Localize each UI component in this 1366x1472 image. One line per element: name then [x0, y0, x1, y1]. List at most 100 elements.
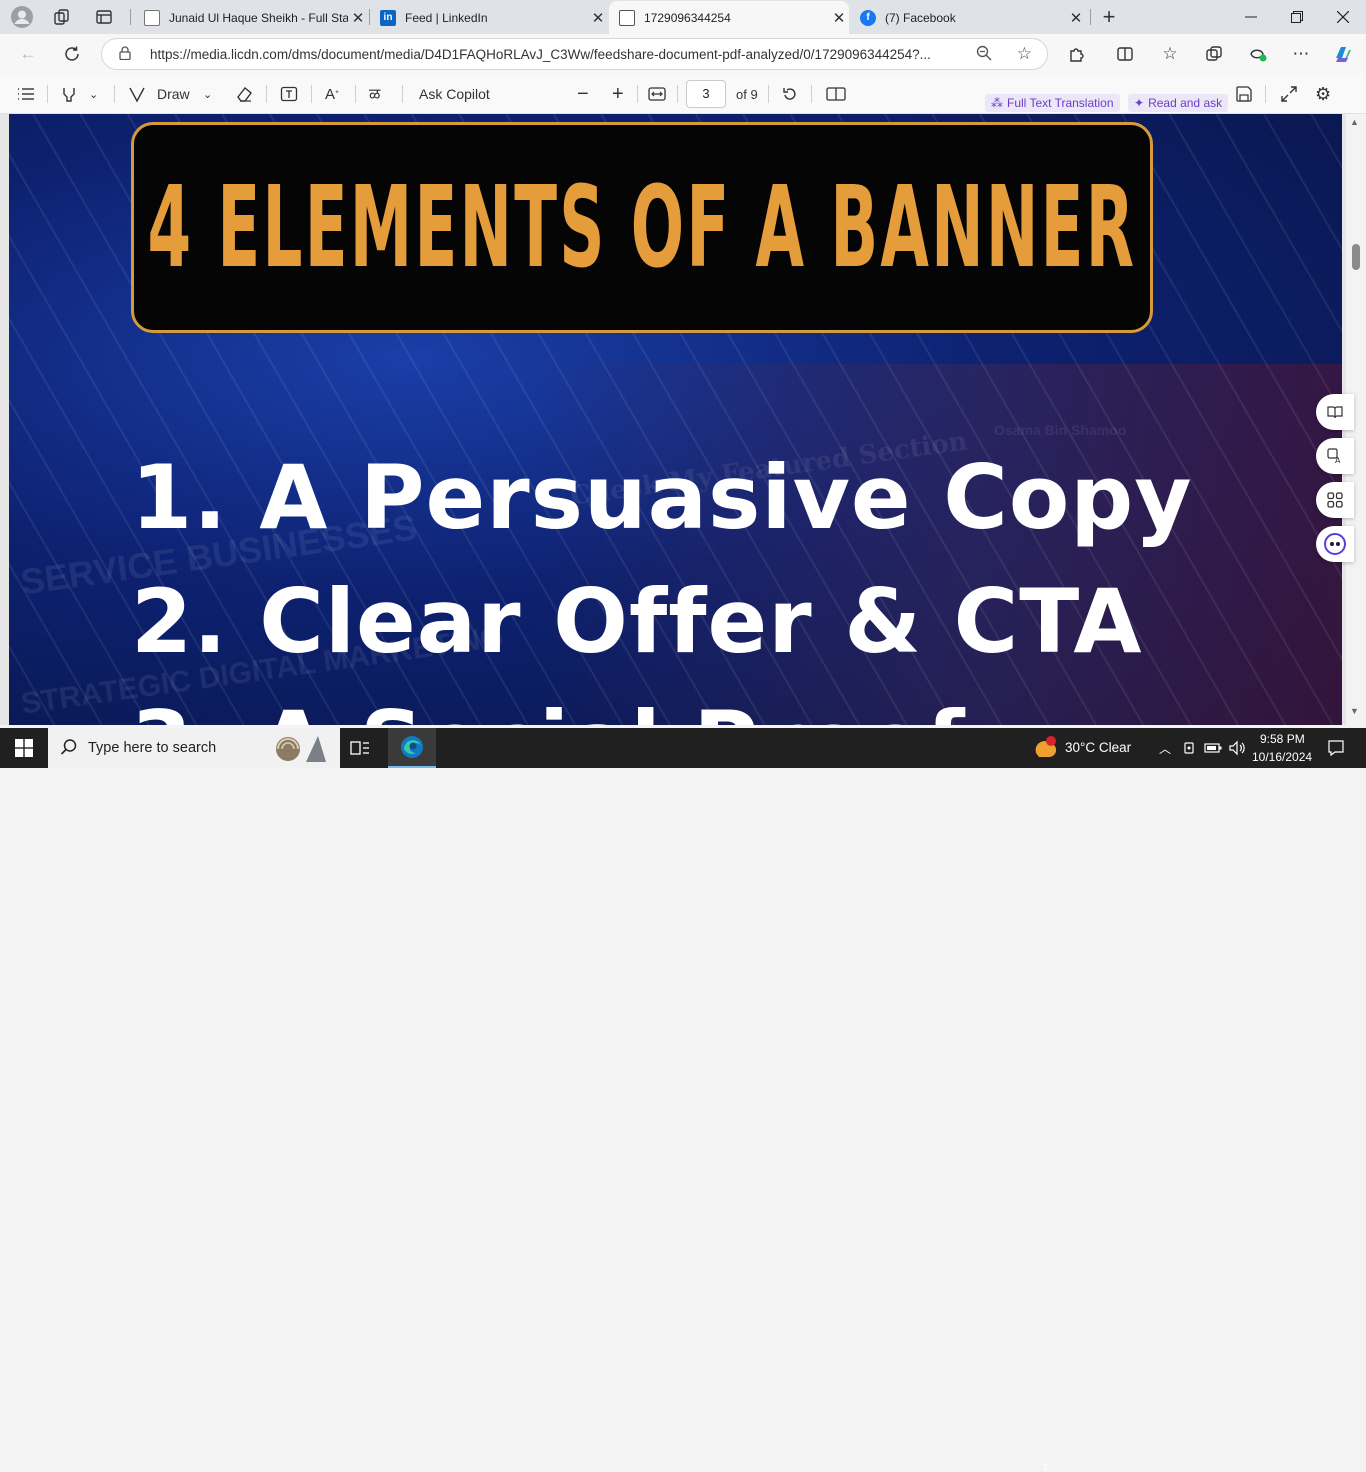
tab-actions-icon[interactable] [92, 5, 116, 29]
copilot-icon[interactable] [1331, 42, 1355, 66]
page-number-input[interactable]: 3 [686, 80, 726, 108]
assistant-bot-icon[interactable] [1316, 526, 1354, 562]
close-tab-icon[interactable]: ✕ [1066, 9, 1086, 27]
draw-button[interactable]: Draw [157, 83, 190, 105]
table-of-contents-icon[interactable] [17, 83, 35, 105]
tab-junaid-profile[interactable]: Junaid Ul Haque Sheikh - Full Stac ✕ [134, 1, 368, 34]
slide-title-box: 4 ELEMENTS OF A BANNER [131, 122, 1153, 333]
clock-date[interactable]: 10/16/2024 [1252, 750, 1312, 764]
weather-text[interactable]: 30°C Clear [1065, 740, 1131, 755]
full-text-translation-button[interactable]: ⁂ Full Text Translation [985, 94, 1120, 112]
weather-badge: 1 [1043, 1462, 1049, 1472]
new-tab-button[interactable]: + [1097, 4, 1121, 29]
notifications-icon[interactable] [1320, 728, 1352, 768]
favorites-icon[interactable]: ☆ [1158, 42, 1182, 66]
search-highlight-shell-icon [266, 734, 332, 769]
fit-to-width-icon[interactable] [648, 83, 666, 105]
draw-icon[interactable] [128, 83, 146, 105]
clock-time[interactable]: 9:58 PM [1260, 732, 1305, 746]
edge-taskbar-icon[interactable] [388, 728, 436, 768]
translate-icon[interactable]: ळ [369, 83, 380, 105]
pdf-settings-gear-icon[interactable]: ⚙ [1315, 83, 1331, 105]
search-icon [60, 738, 78, 761]
slide-list-item-1: 1. A Persuasive Copy [131, 446, 1193, 549]
tab-pdf-document[interactable]: 1729096344254 ✕ [609, 1, 849, 34]
scroll-down-arrow-icon[interactable]: ▼ [1350, 706, 1359, 716]
document-icon [619, 9, 635, 26]
browser-essentials-icon[interactable] [1246, 42, 1270, 66]
close-tab-icon[interactable]: ✕ [829, 9, 849, 27]
lock-icon[interactable] [119, 46, 131, 63]
zoom-out-icon[interactable]: − [577, 83, 589, 105]
close-window-icon[interactable] [1320, 0, 1366, 34]
tab-title: Feed | LinkedIn [405, 10, 488, 25]
workspaces-icon[interactable] [50, 5, 74, 29]
add-text-icon[interactable] [280, 83, 298, 105]
network-device-icon[interactable] [1180, 728, 1198, 768]
toolbar-separator [47, 85, 48, 103]
refresh-icon[interactable] [60, 42, 84, 66]
fullscreen-icon[interactable] [1280, 83, 1298, 105]
toolbar-separator [266, 85, 267, 103]
tab-separator [130, 9, 131, 25]
collections-icon[interactable] [1202, 42, 1226, 66]
page-count-label: of 9 [736, 86, 758, 102]
tab-facebook[interactable]: f (7) Facebook ✕ [850, 1, 1086, 34]
start-windows-icon[interactable] [0, 728, 48, 768]
draw-options-chevron-icon[interactable]: ⌄ [203, 83, 212, 105]
volume-icon[interactable] [1226, 728, 1248, 768]
apps-grid-icon[interactable] [1316, 482, 1354, 518]
translate-sidebar-icon[interactable]: A [1316, 438, 1354, 474]
back-icon[interactable]: ← [16, 42, 40, 66]
toolbar-separator [677, 85, 678, 103]
restore-icon[interactable] [1274, 0, 1320, 34]
zoom-icon[interactable] [976, 45, 992, 64]
close-tab-icon[interactable]: ✕ [588, 9, 608, 27]
toolbar-separator [1265, 85, 1266, 103]
page-view-icon[interactable] [826, 83, 846, 105]
highlight-options-chevron-icon[interactable]: ⌄ [89, 83, 98, 105]
weather-icon[interactable] [1030, 728, 1060, 768]
show-hidden-icons-chevron-icon[interactable]: ︿ [1155, 728, 1175, 768]
search-placeholder: Type here to search [88, 740, 217, 756]
battery-icon[interactable] [1203, 728, 1223, 768]
slide-list-item-2: 2. Clear Offer & CTA [131, 570, 1143, 673]
read-and-ask-button[interactable]: ✦ Read and ask [1128, 94, 1229, 112]
scrollbar-thumb[interactable] [1352, 244, 1360, 270]
tab-title: (7) Facebook [885, 10, 956, 25]
tab-title: 1729096344254 [644, 10, 731, 25]
close-tab-icon[interactable]: ✕ [348, 9, 368, 27]
zoom-in-icon[interactable]: + [612, 83, 624, 105]
sparkle-icon: ✦ [1134, 96, 1145, 110]
pdf-page-slide: Check My Featured Section Osama Bin Sham… [9, 114, 1342, 725]
highlight-icon[interactable] [60, 83, 78, 105]
toolbar-separator [768, 85, 769, 103]
favorite-star-icon[interactable]: ☆ [1017, 44, 1032, 64]
save-icon[interactable] [1235, 83, 1253, 105]
facebook-icon: f [860, 9, 876, 26]
taskbar-search-box[interactable]: Type here to search [48, 728, 340, 768]
extensions-icon[interactable] [1065, 42, 1089, 66]
url-field[interactable]: https://media.licdn.com/dms/document/med… [101, 38, 1048, 70]
browser-tab-bar: Junaid Ul Haque Sheikh - Full Stac ✕ in … [0, 0, 1366, 34]
pdf-toolbar: ⌄ Draw ⌄ Aᐩ ळ Ask Copilot − + 3 of 9 ⁂ Fu… [0, 74, 1366, 114]
split-screen-icon[interactable] [1113, 42, 1137, 66]
tab-title: Junaid Ul Haque Sheikh - Full Stac [169, 10, 348, 25]
read-aloud-icon[interactable]: Aᐩ [325, 83, 339, 105]
slide-title: 4 ELEMENTS OF A BANNER [147, 162, 1137, 293]
ask-copilot-button[interactable]: Ask Copilot [419, 83, 490, 105]
profile-icon[interactable] [10, 5, 34, 29]
url-text: https://media.licdn.com/dms/document/med… [150, 47, 931, 62]
linkedin-icon: in [380, 9, 396, 26]
pdf-viewer[interactable]: Check My Featured Section Osama Bin Sham… [0, 114, 1366, 725]
toolbar-separator [811, 85, 812, 103]
eraser-icon[interactable] [235, 83, 253, 105]
settings-more-icon[interactable]: ⋯ [1289, 42, 1313, 66]
reading-view-icon[interactable] [1316, 394, 1354, 430]
rotate-icon[interactable] [781, 83, 799, 105]
minimize-icon[interactable] [1228, 0, 1274, 34]
address-bar-row: ← https://media.licdn.com/dms/document/m… [0, 34, 1366, 74]
task-view-icon[interactable] [344, 728, 376, 768]
tab-linkedin-feed[interactable]: in Feed | LinkedIn ✕ [370, 1, 608, 34]
scroll-up-arrow-icon[interactable]: ▲ [1350, 117, 1359, 127]
